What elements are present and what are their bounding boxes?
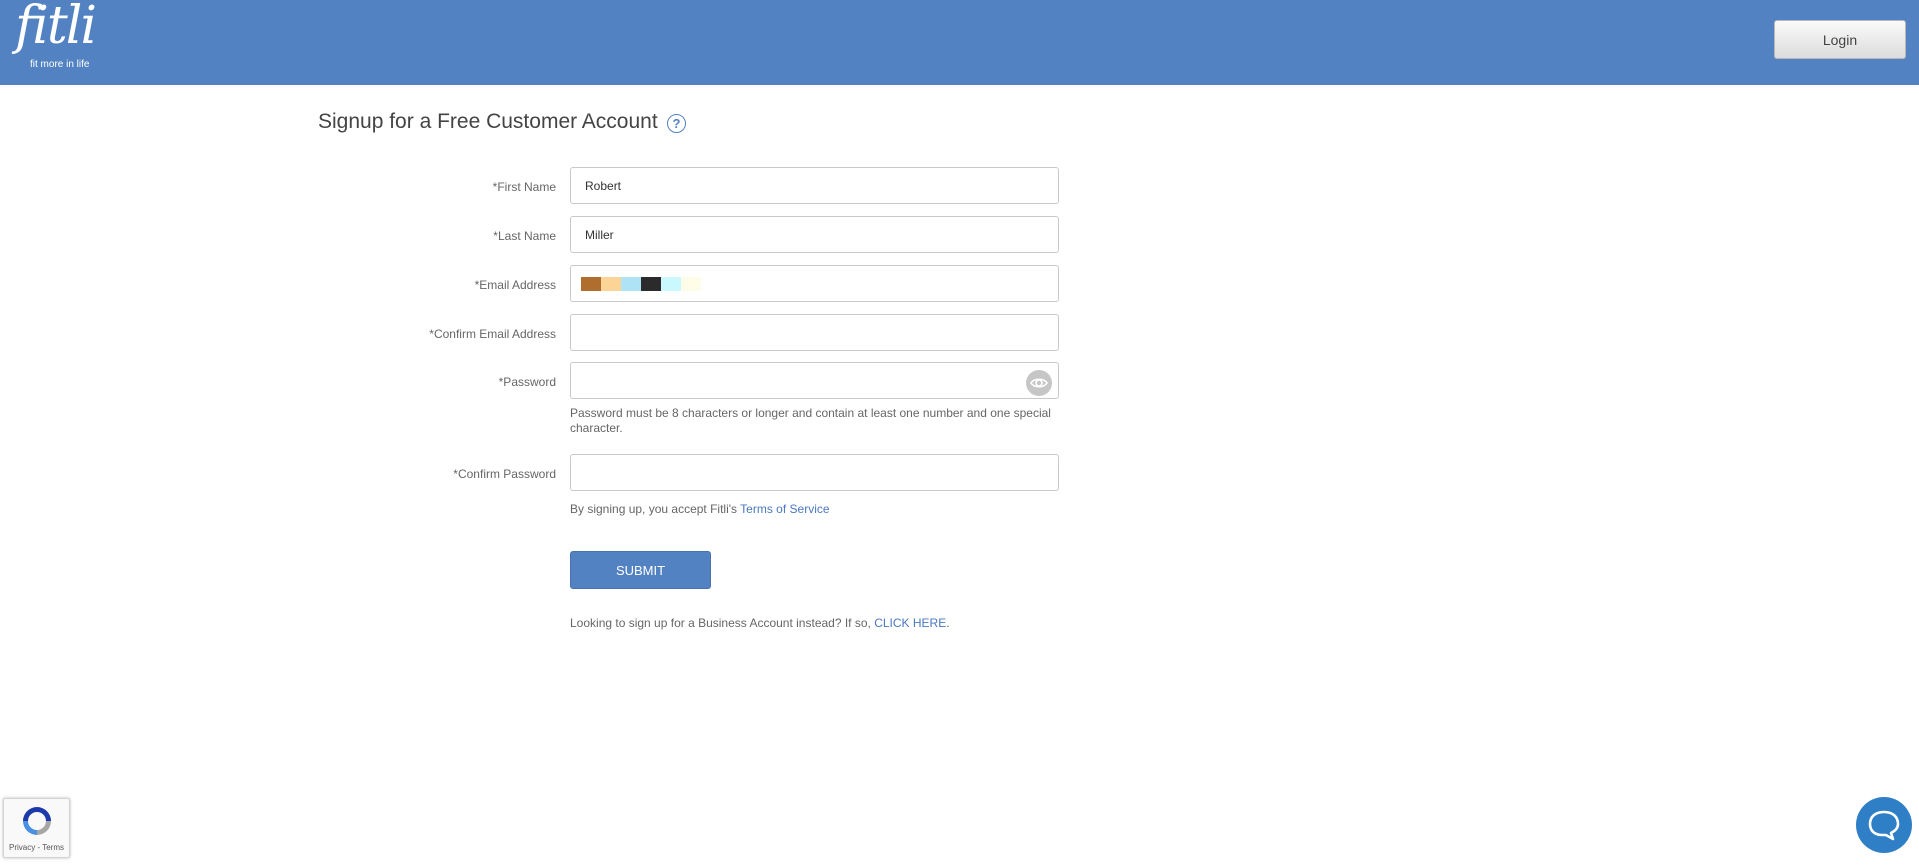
top-header-bar: fitli fit more in life Login [0, 0, 1919, 85]
logo-tagline: fit more in life [30, 59, 90, 70]
last-name-label: *Last Name [493, 229, 556, 243]
help-icon[interactable]: ? [667, 114, 686, 133]
confirm-password-input[interactable] [570, 454, 1059, 491]
show-password-eye-icon[interactable] [1026, 370, 1052, 396]
redaction-block [601, 277, 621, 291]
terms-prefix: By signing up, you accept Fitli's [570, 502, 738, 516]
chat-button[interactable] [1856, 797, 1912, 853]
password-label: *Password [498, 375, 556, 389]
logo-wordmark: fitli [15, 0, 97, 56]
redaction-block [621, 277, 641, 291]
redaction-block [661, 277, 681, 291]
business-account-notice: Looking to sign up for a Business Accoun… [570, 616, 950, 630]
submit-button[interactable]: SUBMIT [570, 551, 711, 589]
terms-of-service-link[interactable]: Terms of Service [740, 502, 829, 516]
password-input[interactable] [570, 362, 1059, 399]
confirm-password-label: *Confirm Password [453, 467, 556, 481]
email-label: *Email Address [474, 278, 556, 292]
last-name-input[interactable] [570, 216, 1059, 253]
redaction-block [681, 277, 701, 291]
terms-notice: By signing up, you accept Fitli's Terms … [570, 502, 830, 516]
redaction-block [641, 277, 661, 291]
recaptcha-badge[interactable]: Privacy - Terms [3, 798, 70, 858]
chat-bubble-icon [1868, 810, 1900, 841]
confirm-email-label: *Confirm Email Address [429, 327, 556, 341]
business-suffix: . [946, 616, 950, 630]
email-redacted-value [581, 277, 701, 291]
first-name-input[interactable] [570, 167, 1059, 204]
recaptcha-icon [23, 807, 51, 835]
business-signup-link[interactable]: CLICK HERE [874, 616, 946, 630]
fitli-logo[interactable]: fitli fit more in life [12, 0, 97, 74]
confirm-email-input[interactable] [570, 314, 1059, 351]
redaction-block [581, 277, 601, 291]
first-name-label: *First Name [492, 180, 556, 194]
page-title: Signup for a Free Customer Account [318, 110, 658, 133]
recaptcha-privacy-terms[interactable]: Privacy - Terms [4, 843, 69, 852]
login-button[interactable]: Login [1774, 20, 1906, 59]
business-prefix: Looking to sign up for a Business Accoun… [570, 616, 871, 630]
password-requirements-hint: Password must be 8 characters or longer … [570, 406, 1051, 435]
